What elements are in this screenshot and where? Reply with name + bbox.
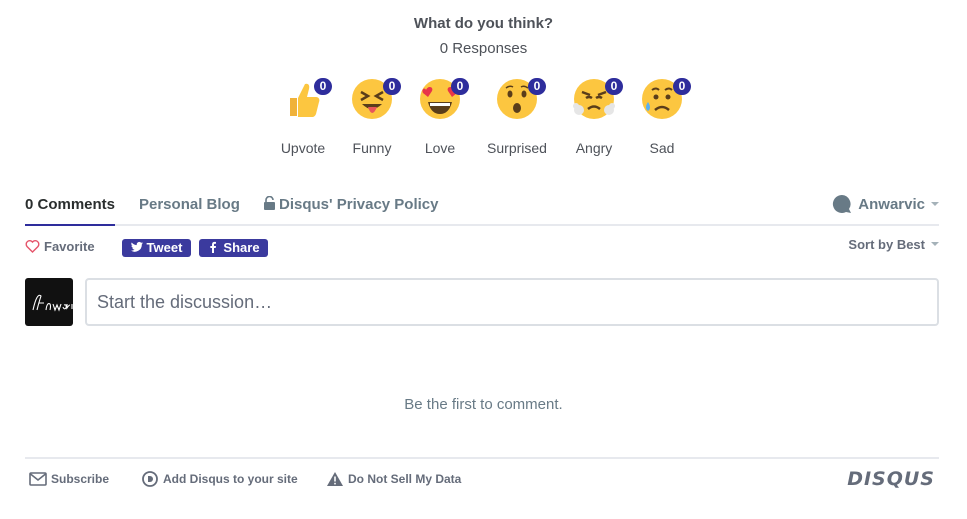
tweet-label: Tweet [146,240,183,255]
comment-input[interactable] [85,278,939,326]
reactions-response-count: 0 Responses [439,40,528,57]
caret-down-icon [931,202,939,206]
heart-icon [25,240,40,253]
tab-privacy-policy[interactable]: Disqus' Privacy Policy [264,196,438,213]
signature-logo [32,294,73,312]
avatar[interactable] [25,278,73,326]
reaction-sad[interactable]: 0 Sad [617,78,707,156]
favorite-button[interactable]: Favorite [25,239,95,254]
tab-privacy-policy-label: Disqus' Privacy Policy [279,196,439,213]
user-menu[interactable]: Anwarvic [832,194,939,214]
facebook-share-button[interactable]: Share [199,239,268,257]
reaction-count-badge: 0 [673,78,691,95]
add-disqus-label: Add Disqus to your site [163,472,298,486]
tab-comments[interactable]: 0 Comments [25,196,115,213]
heart-eyes-face-icon: 0 [419,78,469,120]
user-bubble-icon [833,194,852,213]
steaming-angry-face-icon: 0 [573,78,623,120]
empty-comments-message: Be the first to comment. [404,396,563,413]
lock-icon [264,196,275,210]
tab-personal-blog[interactable]: Personal Blog [139,196,240,213]
sort-dropdown[interactable]: Sort by Best [848,237,939,252]
reaction-count-badge: 0 [451,78,469,95]
sort-label: Sort by Best [848,237,925,252]
subscribe-label: Subscribe [51,472,110,486]
envelope-icon [29,472,47,486]
twitter-icon [130,241,143,252]
reaction-count-badge: 0 [528,78,546,95]
caret-down-icon [931,242,939,246]
disqus-logo[interactable]: DISQUS [847,468,935,490]
reaction-label: Sad [649,140,675,156]
active-tab-indicator [25,224,115,226]
tweet-button[interactable]: Tweet [122,239,191,257]
facebook-icon [210,241,217,253]
reactions-row: 0 Upvote 0 Funny 0 Love 0 Surprised 0 An… [0,78,967,158]
footer: Subscribe Add Disqus to your site Do Not… [25,457,939,497]
surprised-face-icon: 0 [496,78,546,120]
disqus-d-icon [142,471,158,487]
reactions-title: What do you think? [413,15,554,32]
user-name: Anwarvic [858,196,925,213]
actions-row: Favorite Tweet Share Sort by Best [25,237,939,259]
favorite-label: Favorite [44,239,95,254]
comments-nav: 0 Comments Personal Blog Disqus' Privacy… [25,190,939,226]
squinting-tongue-face-icon: 0 [351,78,401,120]
do-not-sell-link[interactable]: Do Not Sell My Data [326,471,461,487]
thumbs-up-icon: 0 [282,78,332,120]
share-label: Share [223,240,260,255]
do-not-sell-label: Do Not Sell My Data [348,472,462,486]
warning-icon [327,472,343,486]
add-disqus-link[interactable]: Add Disqus to your site [141,471,298,487]
subscribe-link[interactable]: Subscribe [29,471,109,487]
sad-sweat-face-icon: 0 [641,78,691,120]
